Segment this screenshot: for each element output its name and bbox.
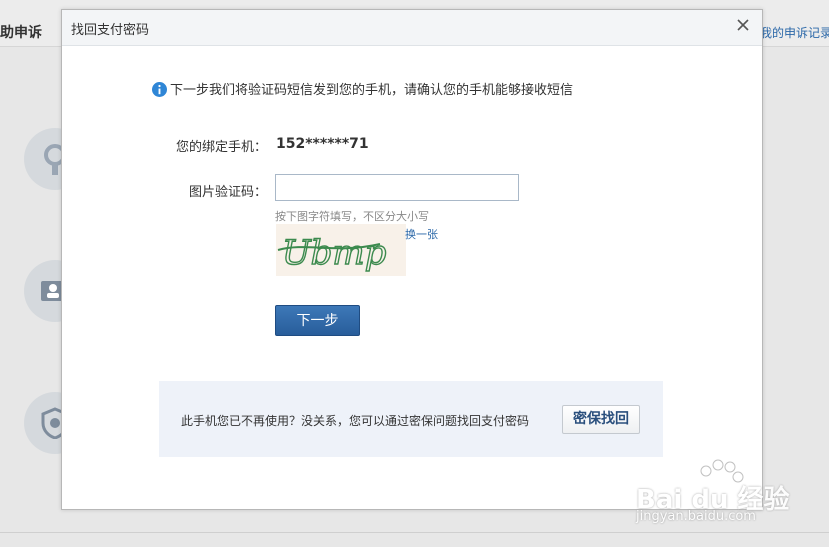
close-icon[interactable]	[734, 16, 752, 34]
captcha-image: Ubmp	[276, 224, 406, 276]
background-divider	[0, 532, 829, 533]
dialog-title: 找回支付密码	[71, 23, 150, 38]
retrieve-payment-password-dialog: 找回支付密码 下一步我们将验证码短信发到您的手机，请确认您的手机能够接收短信 您…	[61, 9, 763, 510]
sms-notice: 下一步我们将验证码短信发到您的手机，请确认您的手机能够接收短信	[152, 79, 573, 98]
alternative-recovery-text: 此手机您已不再使用？没关系，您可以通过密保问题找回支付密码	[181, 414, 530, 428]
phone-label: 您的绑定手机：	[175, 140, 267, 155]
baidu-jingyan-watermark: Bai du 经验 jingyan.baidu.com	[634, 457, 824, 527]
my-appeal-records-link[interactable]: 我的申诉记录	[760, 24, 829, 41]
captcha-label: 图片验证码：	[188, 185, 267, 200]
dialog-titlebar: 找回支付密码	[62, 10, 762, 46]
watermark-url: jingyan.baidu.com	[636, 509, 756, 524]
next-step-button[interactable]: 下一步	[275, 305, 360, 336]
captcha-text: Ubmp	[282, 233, 386, 273]
refresh-captcha-link[interactable]: 换一张	[405, 226, 438, 242]
background-page-title: 自助申诉	[0, 25, 42, 41]
phone-value: 152******71	[276, 136, 369, 152]
sms-notice-text: 下一步我们将验证码短信发到您的手机，请确认您的手机能够接收短信	[170, 83, 574, 98]
alternative-recovery-panel: 此手机您已不再使用？没关系，您可以通过密保问题找回支付密码 密保找回	[159, 381, 663, 457]
close-button[interactable]	[734, 16, 752, 34]
info-icon	[152, 82, 167, 97]
captcha-input[interactable]	[275, 174, 519, 201]
security-question-recovery-button[interactable]: 密保找回	[562, 405, 640, 434]
captcha-hint: 按下图字符填写，不区分大小写	[275, 210, 429, 223]
